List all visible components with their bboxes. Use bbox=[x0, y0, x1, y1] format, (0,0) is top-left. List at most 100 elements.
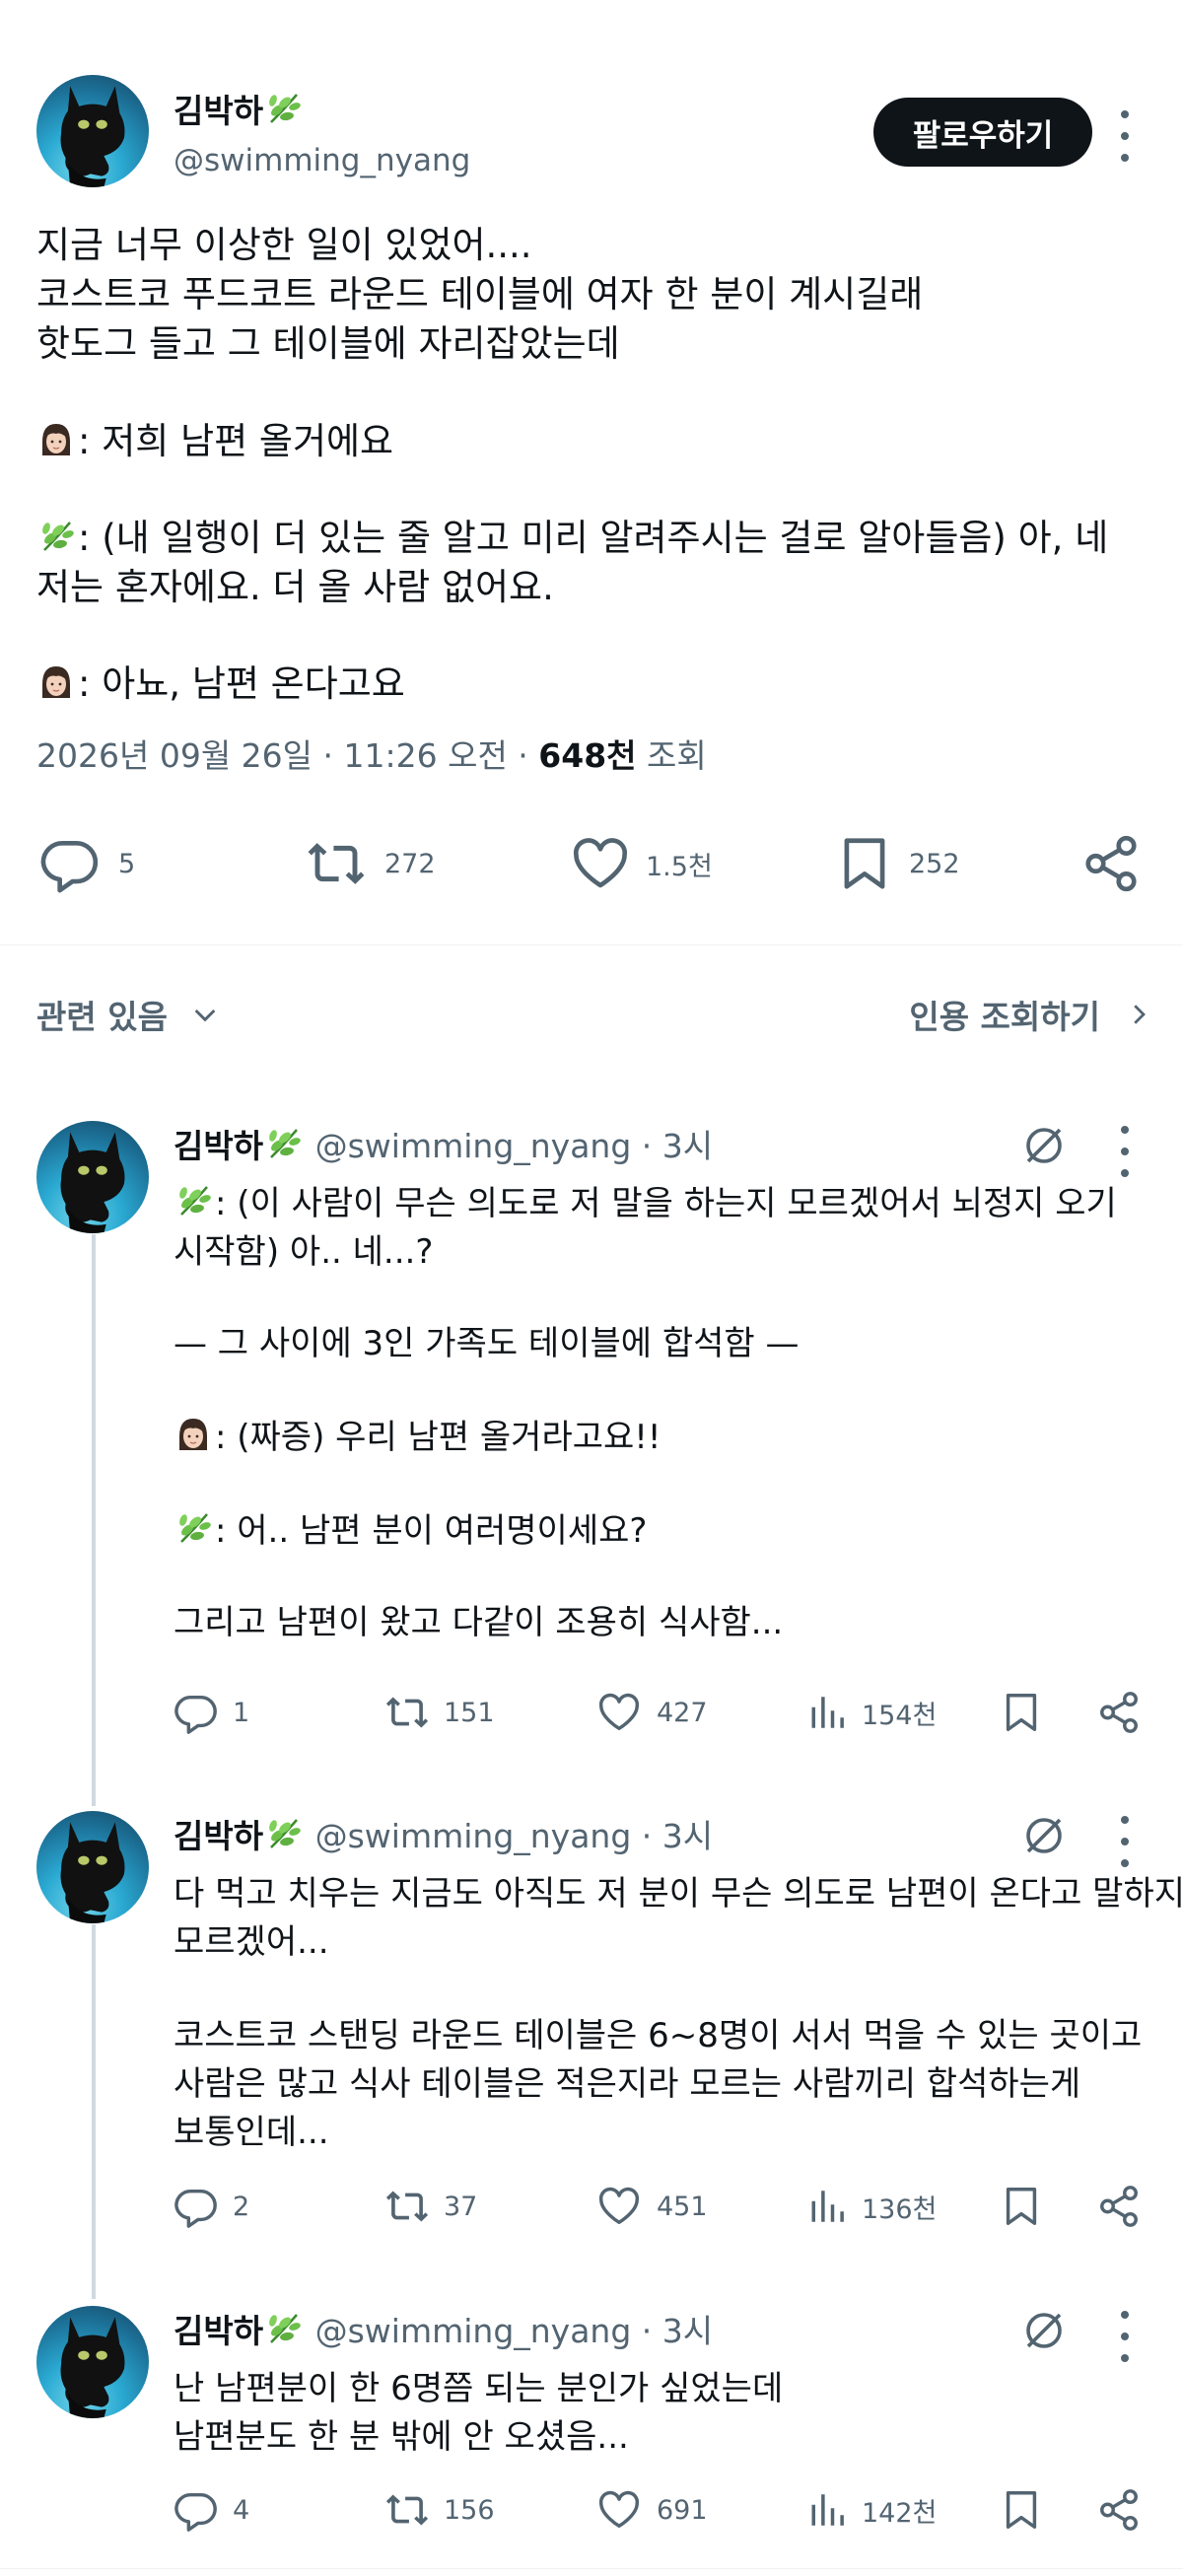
repost-icon bbox=[383, 2487, 432, 2533]
views-button[interactable]: 136천 bbox=[808, 2184, 937, 2229]
bookmark-button[interactable]: 252 bbox=[834, 833, 960, 894]
more-icon[interactable] bbox=[1115, 2311, 1135, 2362]
reply-button[interactable]: 5 bbox=[39, 833, 135, 894]
reply-text-line: 그리고 남편이 왔고 다같이 조용히 식사함... bbox=[174, 1603, 784, 1642]
author-name[interactable]: 김박하 bbox=[174, 1817, 263, 1855]
reply-button[interactable]: 1 bbox=[174, 1690, 249, 1735]
reply-count: 5 bbox=[118, 848, 136, 879]
herb-emoji-icon bbox=[36, 517, 76, 556]
share-icon bbox=[1080, 833, 1142, 894]
heart-icon bbox=[595, 2184, 643, 2229]
post-text-line: 저는 혼자에요. 더 올 사람 없어요. bbox=[36, 566, 554, 608]
avatar[interactable] bbox=[36, 1811, 149, 1923]
views-icon bbox=[808, 2487, 850, 2533]
cat-avatar-icon bbox=[36, 1121, 149, 1233]
more-icon[interactable] bbox=[1115, 1126, 1135, 1177]
share-button[interactable] bbox=[1096, 2487, 1142, 2533]
reply-text-line: 모르겠어... bbox=[174, 1922, 329, 1962]
reply-post: 김박하 @swimming_nyang · 3시 : (이 사람이 무슨 의도로… bbox=[0, 1104, 1183, 1775]
share-button[interactable] bbox=[1096, 1690, 1142, 1735]
repost-button[interactable]: 151 bbox=[383, 1690, 495, 1735]
post-time[interactable]: · 3시 bbox=[642, 1127, 713, 1165]
views-icon bbox=[808, 2184, 850, 2229]
author-handle[interactable]: @swimming_nyang bbox=[315, 1127, 632, 1165]
repost-button[interactable]: 156 bbox=[383, 2487, 495, 2533]
bookmark-button[interactable] bbox=[999, 1690, 1044, 1735]
repost-count: 37 bbox=[444, 2191, 478, 2222]
herb-emoji-icon bbox=[263, 1124, 303, 1163]
related-dropdown[interactable]: 관련 있음 bbox=[36, 991, 221, 1038]
post-time[interactable]: · 3시 bbox=[642, 1817, 713, 1855]
bookmark-button[interactable] bbox=[999, 2487, 1044, 2533]
herb-emoji-icon bbox=[263, 2309, 303, 2348]
view-count: 648천 bbox=[538, 736, 637, 775]
grok-icon[interactable] bbox=[1020, 1122, 1068, 1169]
reply-header: 김박하 @swimming_nyang · 3시 bbox=[174, 2305, 713, 2352]
views-icon bbox=[808, 1690, 850, 1735]
author-name[interactable]: 김박하 bbox=[174, 85, 305, 132]
reply-text-line: 사람은 많고 식사 테이블은 적은지라 모르는 사람끼리 합석하는게 bbox=[174, 2064, 1081, 2104]
author-name[interactable]: 김박하 bbox=[174, 1127, 263, 1165]
reply-icon bbox=[174, 2184, 219, 2229]
repost-icon bbox=[383, 2184, 432, 2229]
like-count: 1.5천 bbox=[646, 851, 713, 882]
post-text-span: : 아뇨, 남편 온다고요 bbox=[78, 662, 405, 705]
cat-avatar-icon bbox=[36, 2306, 149, 2418]
reply-text-span: : 어.. 남편 분이 여러명이세요? bbox=[215, 1511, 648, 1551]
heart-icon bbox=[595, 2487, 643, 2533]
like-button[interactable]: 1.5천 bbox=[569, 833, 713, 894]
avatar[interactable] bbox=[36, 2306, 149, 2418]
bookmark-button[interactable] bbox=[999, 2184, 1044, 2229]
reply-text-line: 시작함) 아.. 네...? bbox=[174, 1232, 434, 1272]
share-button[interactable] bbox=[1096, 2184, 1142, 2229]
more-icon[interactable] bbox=[1115, 1816, 1135, 1867]
more-icon[interactable] bbox=[1115, 110, 1135, 162]
reply-button[interactable]: 4 bbox=[174, 2487, 249, 2533]
like-count: 427 bbox=[657, 1697, 708, 1728]
post-text-line: : 저희 남편 올거에요 bbox=[36, 411, 393, 464]
reply-icon bbox=[174, 2487, 219, 2533]
reply-post: 김박하 @swimming_nyang · 3시 난 남편분이 한 6명쯤 되는… bbox=[0, 2289, 1183, 2575]
repost-button[interactable]: 37 bbox=[383, 2184, 477, 2229]
reply-text-line: — 그 사이에 3인 가족도 테이블에 합석함 — bbox=[174, 1324, 800, 1363]
author-handle[interactable]: @swimming_nyang bbox=[315, 2312, 632, 2350]
post-text-line: 지금 너무 이상한 일이 있었어.... bbox=[36, 224, 532, 266]
reply-text-line: 다 먹고 치우는 지금도 아직도 저 분이 무슨 의도로 남편이 온다고 말하지 bbox=[174, 1874, 1183, 1914]
like-button[interactable]: 691 bbox=[595, 2487, 708, 2533]
reply-count: 1 bbox=[233, 1697, 250, 1728]
follow-button[interactable]: 팔로우하기 bbox=[873, 98, 1092, 167]
views-button[interactable]: 142천 bbox=[808, 2487, 937, 2533]
post-text-line: : 아뇨, 남편 온다고요 bbox=[36, 654, 405, 707]
reply-text-span: : (짜증) 우리 남편 올거라고요!! bbox=[215, 1418, 661, 1457]
avatar[interactable] bbox=[36, 1121, 149, 1233]
post-text-span: : 저희 남편 올거에요 bbox=[78, 420, 394, 462]
reply-button[interactable]: 2 bbox=[174, 2184, 249, 2229]
like-button[interactable]: 451 bbox=[595, 2184, 708, 2229]
reply-header: 김박하 @swimming_nyang · 3시 bbox=[174, 1810, 713, 1857]
grok-icon[interactable] bbox=[1020, 2307, 1068, 2354]
woman-emoji-icon bbox=[36, 662, 76, 702]
grok-icon[interactable] bbox=[1020, 1812, 1068, 1859]
reply-text-line: : (이 사람이 무슨 의도로 저 말을 하는지 모르겠어서 뇌정지 오기 bbox=[174, 1176, 1117, 1224]
like-button[interactable]: 427 bbox=[595, 1690, 708, 1735]
cat-avatar-icon bbox=[36, 75, 149, 187]
author-handle[interactable]: @swimming_nyang bbox=[174, 143, 470, 178]
heart-icon bbox=[569, 833, 632, 894]
share-button[interactable] bbox=[1080, 833, 1142, 894]
repost-button[interactable]: 272 bbox=[302, 833, 436, 894]
author-name[interactable]: 김박하 bbox=[174, 2312, 263, 2350]
herb-emoji-icon bbox=[174, 1508, 213, 1548]
woman-emoji-icon bbox=[174, 1415, 213, 1454]
view-quotes-link[interactable]: 인용 조회하기 bbox=[909, 991, 1153, 1038]
post-date[interactable]: 2026년 09월 26일 · 11:26 오전 · bbox=[36, 736, 528, 775]
post-text-line: 핫도그 들고 그 테이블에 자리잡았는데 bbox=[36, 322, 620, 365]
view-count: 154천 bbox=[862, 1700, 938, 1731]
views-button[interactable]: 154천 bbox=[808, 1690, 937, 1735]
quote-label: 인용 조회하기 bbox=[909, 998, 1100, 1036]
reply-post: 김박하 @swimming_nyang · 3시 다 먹고 치우는 지금도 아직… bbox=[0, 1794, 1183, 2267]
avatar[interactable] bbox=[36, 75, 149, 187]
repost-count: 151 bbox=[444, 1697, 495, 1728]
post-time[interactable]: · 3시 bbox=[642, 2312, 713, 2350]
reply-count: 2 bbox=[233, 2191, 250, 2222]
author-handle[interactable]: @swimming_nyang bbox=[315, 1817, 632, 1855]
